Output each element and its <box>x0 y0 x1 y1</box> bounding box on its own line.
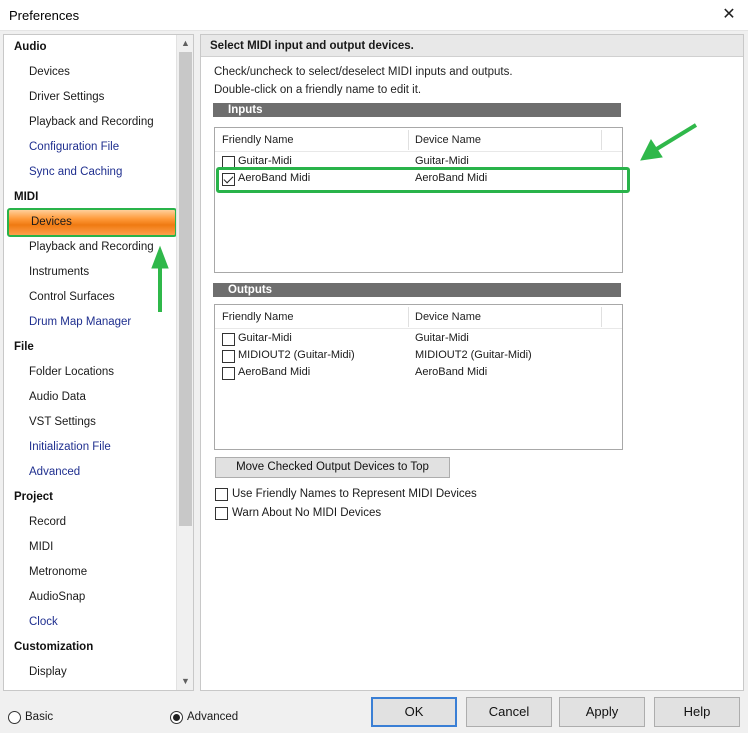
radio-dot[interactable] <box>170 711 183 724</box>
help-button[interactable]: Help <box>654 697 740 727</box>
cancel-button[interactable]: Cancel <box>466 697 552 727</box>
radio-dot[interactable] <box>8 711 21 724</box>
arrow-annotation-head <box>640 138 663 161</box>
arrow-annotation <box>151 123 698 312</box>
arrow-annotation-head <box>151 245 169 269</box>
basic-mode-label: Basic <box>25 711 54 723</box>
advanced-mode-label: Advanced <box>187 711 239 723</box>
ok-button[interactable]: OK <box>371 697 457 727</box>
arrow-annotation-shaft <box>653 123 698 152</box>
apply-button[interactable]: Apply <box>559 697 645 727</box>
